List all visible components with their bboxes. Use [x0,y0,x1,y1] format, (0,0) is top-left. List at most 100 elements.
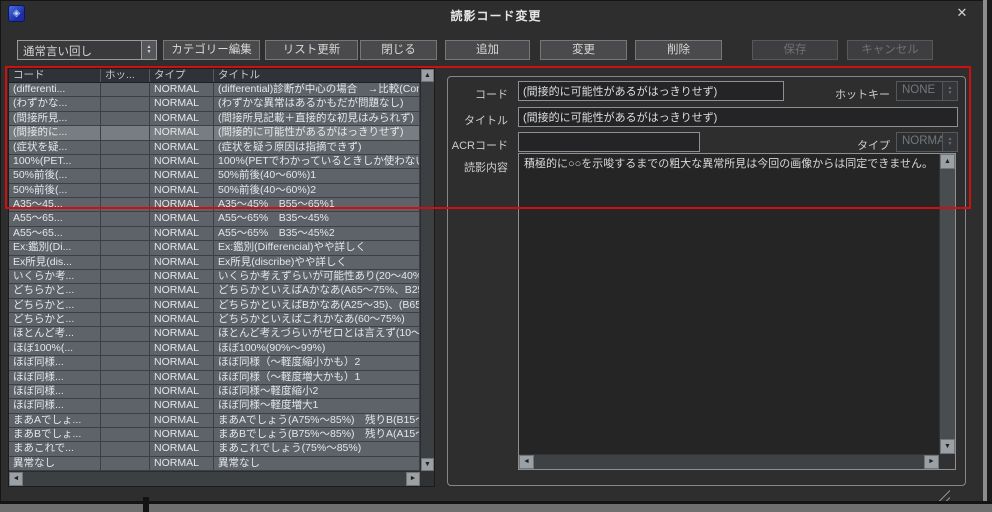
list-refresh-button[interactable]: リスト更新 [265,40,358,60]
cell-type: NORMAL [150,183,214,198]
resize-grip[interactable] [936,489,950,501]
table-row[interactable]: 異常なし NORMAL 異常なし [9,456,420,471]
scroll-down-icon[interactable]: ▼ [940,439,955,454]
spinner-icon[interactable]: ▲ ▼ [141,41,156,59]
cell-type: NORMAL [150,212,214,227]
title-input[interactable] [518,107,958,127]
cell-hotkey [101,298,150,313]
cell-title: まあこれでしょう(75%～85%) [214,442,420,457]
reading-content-textarea[interactable]: 積極的に○○を示唆するまでの粗大な異常所見は今回の画像からは同定できません。 ▲… [518,153,956,470]
cell-title: (間接所見記載＋直接的な初見はみられず) [214,111,420,127]
table-row[interactable]: どちらかと... NORMAL どちらかといえばAかなあ(A65～75%、B25… [9,284,420,299]
spinner-icon: ▲ ▼ [942,82,957,100]
cell-code: ほぼ同様... [9,384,101,400]
cell-type: NORMAL [150,269,214,285]
dialog-change-reading-code: ◈ 読影コード変更 ✕ 通常言い回し ▲ ▼ カテゴリー編集 リスト更新 閉じる … [0,0,992,512]
scroll-right-icon[interactable]: ► [924,455,939,469]
table-row[interactable]: 50%前後(... NORMAL 50%前後(40～60%)1 [9,169,420,184]
scroll-up-icon[interactable]: ▲ [421,69,434,82]
table-row[interactable]: A35～45... NORMAL A35～45% B55～65%1 [9,198,420,213]
column-header-hotkey[interactable]: ホッ... [101,69,150,82]
table-row[interactable]: (間接的に... NORMAL (間接的に可能性があるがはっきりせず) [9,126,420,141]
cell-code: ほとんど考... [9,327,101,342]
table-row[interactable]: (間接所見... NORMAL (間接所見記載＋直接的な初見はみられず) [9,111,420,127]
table-row[interactable]: (症状を疑... NORMAL (症状を疑う原因は指摘できず) [9,140,420,155]
table-row[interactable]: ほとんど考... NORMAL ほとんど考えづらいがゼロとは言えず(10～20%… [9,327,420,342]
content-label: 読影内容 [464,162,508,174]
scroll-left-icon[interactable]: ◄ [9,472,23,486]
content-horizontal-scrollbar[interactable]: ◄ ► [519,454,939,469]
table-row[interactable]: A55～65... NORMAL A55～65% B35～45% [9,212,420,227]
table-row[interactable]: まあこれで... NORMAL まあこれでしょう(75%～85%) [9,442,420,457]
table-vertical-scrollbar[interactable]: ▲ ▼ [420,69,434,471]
cell-type: NORMAL [150,341,214,357]
save-button[interactable]: 保存 [752,40,838,60]
cell-title: A55～65% B35～45%2 [214,226,420,242]
table-row[interactable]: まあAでしょ... NORMAL まあAでしょう(A75%～85%) 残りB(B… [9,413,420,428]
phrase-category-select[interactable]: 通常言い回し ▲ ▼ [17,40,157,60]
close-icon[interactable]: ✕ [950,4,974,22]
cell-type: NORMAL [150,169,214,184]
table-row[interactable]: Ex所見(dis... NORMAL Ex所見(discribe)やや詳しく [9,255,420,270]
column-header-title[interactable]: タイトル [214,69,420,82]
cell-hotkey [101,428,150,443]
cell-type: NORMAL [150,284,214,299]
table-row[interactable]: どちらかと... NORMAL どちらかといえばBかなあ(A25～35)、(B6… [9,298,420,313]
category-edit-button[interactable]: カテゴリー編集 [163,40,260,60]
cell-code: (症状を疑... [9,140,101,155]
scroll-right-icon[interactable]: ► [406,472,420,486]
table-row[interactable]: いくらか考... NORMAL いくらか考えずらいが可能性あり(20～40%) [9,269,420,285]
table-row[interactable]: ほぼ100%(... NORMAL ほぼ100%(90%～99%) [9,341,420,357]
cell-title: Ex所見(discribe)やや詳しく [214,255,420,270]
content-vertical-scrollbar[interactable]: ▲ ▼ [939,154,955,454]
cell-code: 100%(PET... [9,154,101,170]
cell-title: Ex:鑑別(Differencial)やや詳しく [214,241,420,256]
code-label: コード [475,89,508,101]
cell-type: NORMAL [150,428,214,443]
code-input[interactable] [518,81,784,101]
cell-hotkey [101,154,150,170]
cell-hotkey [101,83,150,98]
column-header-code[interactable]: コード [9,69,101,82]
table-row[interactable]: ほぼ同様... NORMAL ほぼ同様～軽度縮小2 [9,384,420,400]
title-label: タイトル [464,115,508,127]
table-row[interactable]: (differenti... NORMAL (differential)診断が中… [9,83,420,98]
acr-code-input[interactable] [518,132,700,152]
cell-title: まあAでしょう(A75%～85%) 残りB(B15～25%) [214,413,420,428]
table-row[interactable]: まあBでしょ... NORMAL まあBでしょう(B75%～85%) 残りA(A… [9,428,420,443]
table-horizontal-scrollbar[interactable]: ◄ ► [9,471,420,486]
cancel-button[interactable]: キャンセル [847,40,933,60]
spinner-icon: ▲ ▼ [942,133,957,151]
table-row[interactable]: (わずかな... NORMAL (わずかな異常はあるかもだが問題なし) [9,97,420,112]
table-row[interactable]: 100%(PET... NORMAL 100%(PETでわかっているときしか使わ… [9,154,420,170]
hotkey-select[interactable]: NONE ▲ ▼ [896,81,958,101]
table-row[interactable]: どちらかと... NORMAL どちらかといえばこれかなあ(60～75%) [9,313,420,328]
table-row[interactable]: ほぼ同様... NORMAL ほぼ同様（～軽度縮小かも）2 [9,356,420,371]
cell-code: いくらか考... [9,269,101,285]
cell-hotkey [101,399,150,414]
type-select[interactable]: NORMAL ▲ ▼ [896,132,958,152]
add-button[interactable]: 追加 [445,40,530,60]
cell-title: いくらか考えずらいが可能性あり(20～40%) [214,269,420,285]
table-row[interactable]: ほぼ同様... NORMAL ほぼ同様～軽度増大1 [9,399,420,414]
table-row[interactable]: ほぼ同様... NORMAL ほぼ同様（～軽度増大かも）1 [9,370,420,385]
cell-code: ほぼ同様... [9,370,101,385]
cell-title: (症状を疑う原因は指摘できず) [214,140,420,155]
scroll-up-icon[interactable]: ▲ [940,154,955,169]
cell-title: どちらかといえばBかなあ(A25～35)、(B65～75%) [214,298,420,313]
cell-code: 異常なし [9,456,101,471]
delete-button[interactable]: 削除 [635,40,722,60]
scroll-down-icon[interactable]: ▼ [421,458,434,471]
table-row[interactable]: 50%前後(... NORMAL 50%前後(40～60%)2 [9,183,420,198]
cell-hotkey [101,226,150,242]
table-row[interactable]: Ex:鑑別(Di... NORMAL Ex:鑑別(Differencial)やや… [9,241,420,256]
scroll-left-icon[interactable]: ◄ [519,455,534,469]
reading-content-text[interactable]: 積極的に○○を示唆するまでの粗大な異常所見は今回の画像からは同定できません。 [519,154,939,454]
table-row[interactable]: A55～65... NORMAL A55～65% B35～45%2 [9,226,420,242]
cell-hotkey [101,169,150,184]
column-header-type[interactable]: タイプ [150,69,214,82]
close-button[interactable]: 閉じる [360,40,437,60]
change-button[interactable]: 変更 [540,40,627,60]
cell-type: NORMAL [150,399,214,414]
cell-code: A55～65... [9,212,101,227]
